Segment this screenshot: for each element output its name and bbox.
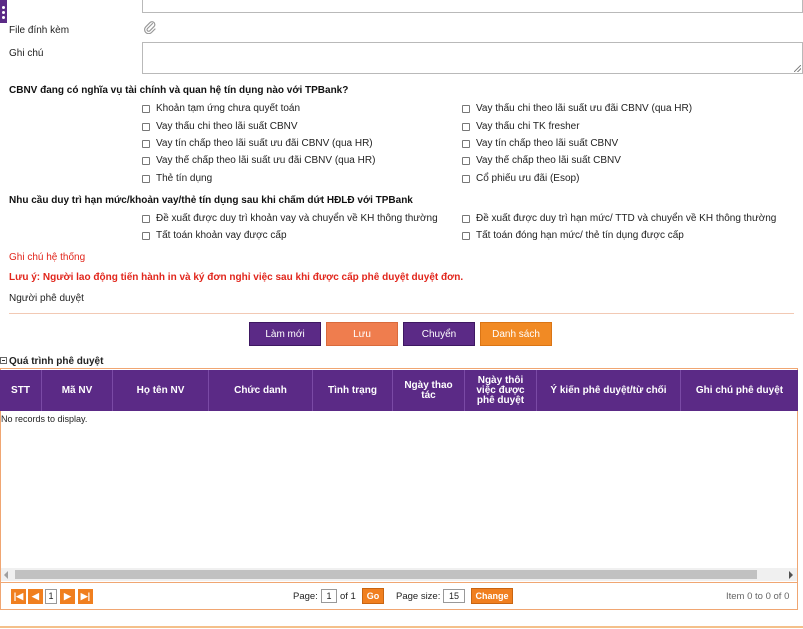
side-menu-handle[interactable]: [0, 0, 7, 23]
scroll-right-icon[interactable]: [789, 571, 793, 579]
grid-header: STT Mã NV Họ tên NV Chức danh Tình trạng…: [0, 370, 798, 411]
column-approval-opinion[interactable]: Ý kiến phê duyệt/từ chối: [537, 370, 681, 411]
option-overdraft-fresher[interactable]: Vay thấu chi TK fresher: [462, 121, 580, 132]
forward-button[interactable]: Chuyển: [403, 322, 475, 346]
credit-relation-title: CBNV đang có nghĩa vụ tài chính và quan …: [9, 85, 349, 96]
list-button[interactable]: Danh sách: [480, 322, 552, 346]
minus-box-icon[interactable]: [0, 357, 7, 364]
maintain-limit-title: Nhu cầu duy trì hạn mức/khoản vay/thẻ tí…: [9, 195, 413, 206]
column-approval-note[interactable]: Ghi chú phê duyệt: [681, 370, 798, 411]
checkbox[interactable]: [462, 231, 470, 240]
refresh-button[interactable]: Làm mới: [249, 322, 321, 346]
change-button[interactable]: Change: [471, 588, 513, 604]
checkbox[interactable]: [462, 139, 470, 148]
warning-text: Lưu ý: Người lao động tiến hành in và ký…: [9, 272, 464, 283]
option-mortgage-cbnv[interactable]: Vay thế chấp theo lãi suất CBNV: [462, 155, 621, 166]
previous-textarea[interactable]: [142, 0, 803, 13]
checkbox[interactable]: [142, 139, 150, 148]
note-textarea[interactable]: [142, 42, 803, 74]
page-input[interactable]: 1: [321, 589, 337, 603]
column-approved-resign-date[interactable]: Ngày thôi việc được phê duyệt: [465, 370, 537, 411]
scroll-thumb[interactable]: [15, 570, 757, 579]
save-button[interactable]: Lưu: [326, 322, 398, 346]
option-esop[interactable]: Cổ phiếu ưu đãi (Esop): [462, 173, 579, 184]
option-mortgage-hr[interactable]: Vay thế chấp theo lãi suất ưu đãi CBNV (…: [142, 155, 375, 166]
checkbox[interactable]: [462, 174, 470, 183]
column-stt[interactable]: STT: [0, 370, 42, 411]
option-settle-limit[interactable]: Tất toán đóng hạn mức/ thẻ tín dụng được…: [462, 230, 684, 241]
column-employee-id[interactable]: Mã NV: [42, 370, 113, 411]
checkbox[interactable]: [462, 156, 470, 165]
approval-title: Quá trình phê duyệt: [9, 356, 104, 367]
option-settle-loan[interactable]: Tất toán khoản vay được cấp: [142, 230, 287, 241]
attachment-label: File đính kèm: [9, 25, 70, 36]
approver-label: Người phê duyệt: [9, 293, 84, 304]
note-label: Ghi chú: [9, 48, 44, 59]
column-status[interactable]: Tình trạng: [313, 370, 393, 411]
next-page-icon[interactable]: ▶: [60, 589, 75, 604]
page-of-label: of 1: [340, 591, 356, 602]
checkbox[interactable]: [142, 104, 150, 113]
option-maintain-limit[interactable]: Đề xuất được duy trì hạn mức/ TTD và chu…: [462, 213, 776, 224]
item-summary: Item 0 to 0 of 0: [726, 591, 790, 602]
column-employee-name[interactable]: Họ tên NV: [113, 370, 209, 411]
checkbox[interactable]: [462, 122, 470, 131]
option-credit-card[interactable]: Thẻ tín dụng: [142, 173, 212, 184]
empty-message: No records to display.: [1, 414, 88, 424]
checkbox[interactable]: [142, 174, 150, 183]
checkbox[interactable]: [462, 104, 470, 113]
column-action-date[interactable]: Ngày thao tác: [393, 370, 465, 411]
checkbox[interactable]: [462, 214, 470, 223]
page-size-label: Page size:: [396, 591, 441, 602]
option-unsecured-hr[interactable]: Vay tín chấp theo lãi suất ưu đãi CBNV (…: [142, 138, 373, 149]
divider: [9, 313, 794, 314]
option-overdraft-hr[interactable]: Vay thấu chi theo lãi suất ưu đãi CBNV (…: [462, 103, 692, 114]
resize-grip-icon[interactable]: [794, 65, 801, 72]
checkbox[interactable]: [142, 231, 150, 240]
checkbox[interactable]: [142, 122, 150, 131]
option-unsecured-cbnv[interactable]: Vay tín chấp theo lãi suất CBNV: [462, 138, 618, 149]
horizontal-scrollbar[interactable]: [1, 568, 797, 581]
page-label: Page:: [293, 591, 318, 602]
go-button[interactable]: Go: [362, 588, 384, 604]
prev-page-icon[interactable]: ◀: [28, 589, 43, 604]
option-maintain-loan[interactable]: Đề xuất được duy trì khoản vay và chuyển…: [142, 213, 438, 224]
option-advance[interactable]: Khoản tạm ứng chưa quyết toán: [142, 103, 300, 114]
paperclip-icon[interactable]: [143, 20, 157, 35]
column-position[interactable]: Chức danh: [209, 370, 313, 411]
checkbox[interactable]: [142, 214, 150, 223]
page-size-input[interactable]: 15: [443, 589, 465, 603]
option-overdraft-cbnv[interactable]: Vay thấu chi theo lãi suất CBNV: [142, 121, 298, 132]
scroll-left-icon[interactable]: [4, 571, 8, 579]
bottom-divider: [0, 626, 803, 628]
current-page-indicator[interactable]: 1: [45, 589, 57, 604]
last-page-icon[interactable]: ▶|: [78, 589, 93, 604]
checkbox[interactable]: [142, 156, 150, 165]
system-note-label: Ghi chú hệ thống: [9, 252, 86, 263]
first-page-icon[interactable]: |◀: [11, 589, 26, 604]
